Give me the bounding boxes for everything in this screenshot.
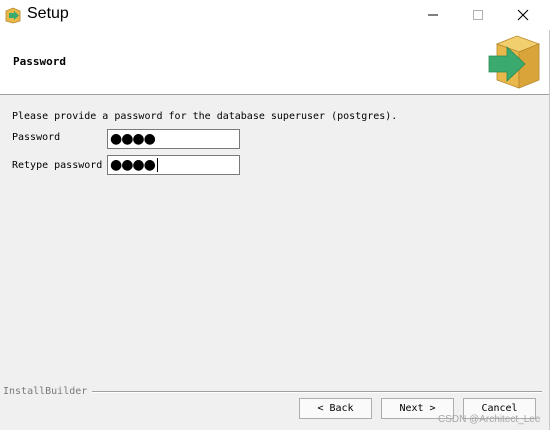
close-icon (517, 9, 529, 21)
minimize-icon (428, 14, 438, 16)
title-bar[interactable]: Setup (0, 0, 550, 30)
maximize-icon (473, 10, 483, 20)
password-field[interactable]: ●●●● (107, 129, 240, 149)
retype-password-label: Retype password (12, 160, 103, 171)
retype-password-field[interactable]: ●●●● (107, 155, 240, 175)
install-box-arrow-icon (488, 35, 541, 89)
minimize-button[interactable] (410, 0, 456, 30)
window-title: Setup (27, 5, 69, 22)
setup-window: Setup Password Please provide a password… (0, 0, 550, 430)
text-caret (156, 158, 158, 172)
footer-brand: InstallBuilder (3, 386, 88, 397)
footer-divider (92, 391, 542, 393)
watermark-text: CSDN @Architect_Lee (438, 414, 541, 425)
password-masked-value: ●●●● (110, 131, 156, 147)
header-banner: Password (0, 30, 549, 95)
close-button[interactable] (500, 0, 546, 30)
page-title: Password (13, 55, 66, 68)
maximize-button[interactable] (455, 0, 501, 30)
instruction-text: Please provide a password for the databa… (12, 111, 398, 122)
password-label: Password (12, 132, 61, 143)
retype-password-masked-value: ●●●● (110, 157, 156, 173)
app-icon (5, 7, 21, 24)
back-button[interactable]: < Back (299, 398, 372, 419)
